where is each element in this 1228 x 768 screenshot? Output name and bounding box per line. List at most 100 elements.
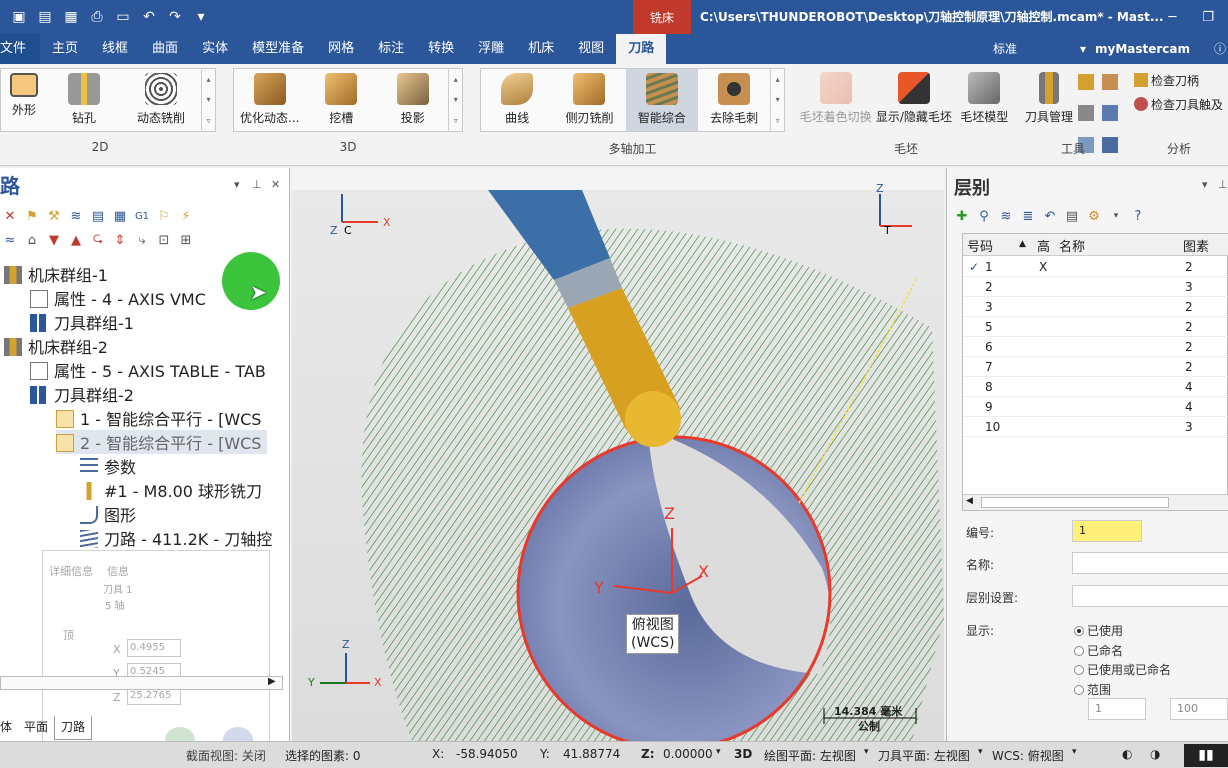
tree-toolpath[interactable]: 刀路 - 411.2K - 刀轴控: [80, 526, 272, 550]
tree-geometry[interactable]: 图形: [80, 502, 136, 526]
move-down-icon[interactable]: ▼: [46, 233, 62, 248]
level-row[interactable]: 52: [963, 317, 1228, 337]
wcs-dropdown-icon[interactable]: ▾: [1072, 747, 1077, 757]
gallery-scroll-3d[interactable]: ▴ ▾ ▿: [448, 69, 462, 131]
scroll-selected-icon[interactable]: ⤷: [134, 233, 150, 248]
dynamic-mill-button[interactable]: 动态铣削: [121, 69, 201, 131]
tree-operation-1[interactable]: 1 - 智能综合平行 - [WCS: [56, 406, 261, 430]
restore-icon[interactable]: ❐: [1202, 10, 1214, 25]
scroll-right-icon[interactable]: ▶: [268, 676, 276, 687]
coord-z-dropdown-icon[interactable]: ▾: [716, 747, 721, 757]
project-button[interactable]: 投影: [377, 69, 448, 131]
gallery-scroll-multiaxis[interactable]: ▴ ▾ ▿: [770, 69, 784, 131]
move-up-icon[interactable]: ▲: [68, 233, 84, 248]
minimize-icon[interactable]: ─: [1169, 10, 1177, 25]
g1-icon[interactable]: G1: [134, 211, 150, 222]
contour-button[interactable]: 外形: [1, 69, 47, 131]
tree-properties-2[interactable]: 属性 - 5 - AXIS TABLE - TAB: [30, 358, 266, 382]
level-row[interactable]: 32: [963, 297, 1228, 317]
levels-dropdown-icon[interactable]: ▾: [1202, 178, 1208, 191]
graphics-plane-dropdown-icon[interactable]: ▾: [864, 747, 869, 757]
level-row[interactable]: 72: [963, 357, 1228, 377]
shading-icon[interactable]: ◐: [1122, 747, 1132, 761]
levels-pin-icon[interactable]: ⊥: [1218, 178, 1228, 191]
panel-pin-icon[interactable]: ⊥: [252, 178, 262, 191]
tab-toolpaths-manager[interactable]: 刀路: [54, 716, 93, 740]
graphics-plane-status[interactable]: 绘图平面: 左视图: [764, 747, 856, 764]
levels-scroll-left-icon[interactable]: ◀: [966, 496, 973, 506]
toggle-display-icon[interactable]: ≈: [2, 233, 18, 248]
tree-horizontal-scrollbar[interactable]: [0, 676, 283, 690]
check-holder-button[interactable]: 检查刀柄: [1134, 72, 1199, 89]
qat-dropdown-icon[interactable]: ▾: [192, 9, 210, 25]
level-list-icon[interactable]: ▤: [1064, 209, 1080, 224]
help-icon[interactable]: ⓘ: [1214, 34, 1226, 64]
tool-small-icon-1[interactable]: [1078, 74, 1094, 90]
coord-z-value[interactable]: 0.00000: [663, 747, 713, 761]
tool-plane-status[interactable]: 刀具平面: 左视图: [878, 747, 970, 764]
level-help-icon[interactable]: ?: [1130, 209, 1146, 224]
radio-range[interactable]: 范围: [1074, 681, 1111, 698]
range-to-input[interactable]: 100: [1170, 698, 1228, 720]
account-arrow-icon[interactable]: ▾: [1080, 34, 1086, 64]
wireframe-icon[interactable]: ◑: [1150, 747, 1160, 761]
tool-small-icon-4[interactable]: [1102, 105, 1118, 122]
lock-icon[interactable]: ⌂: [24, 233, 40, 248]
tab-annotate[interactable]: 标注: [366, 34, 416, 64]
single-thread-icon[interactable]: ⊡: [156, 233, 172, 248]
levels-scroll-thumb[interactable]: [981, 497, 1169, 508]
unified-button[interactable]: 智能综合: [625, 69, 698, 131]
tool-small-icon-3[interactable]: [1078, 105, 1094, 122]
tab-solid[interactable]: 实体: [190, 34, 240, 64]
tab-toolpaths[interactable]: 刀路: [616, 34, 667, 64]
panel-dropdown-icon[interactable]: ▾: [234, 178, 240, 191]
curve-button[interactable]: 曲线: [481, 69, 553, 131]
tree-properties-1[interactable]: 属性 - 4 - AXIS VMC: [30, 286, 206, 310]
tab-surface[interactable]: 曲面: [140, 34, 190, 64]
print-icon[interactable]: ⎙: [88, 9, 106, 25]
level-set-input[interactable]: [1072, 585, 1228, 607]
tree-operation-2[interactable]: 2 - 智能综合平行 - [WCS: [56, 430, 268, 454]
select-all-icon[interactable]: ✕: [2, 209, 18, 224]
level-row[interactable]: 94: [963, 397, 1228, 417]
show-hide-stock-button[interactable]: 显示/隐藏毛坯: [873, 68, 954, 130]
redo-icon[interactable]: ↷: [166, 9, 184, 25]
standard-dropdown[interactable]: 标准: [993, 34, 1017, 64]
undo-icon[interactable]: ↶: [140, 9, 158, 25]
level-layers-2-icon[interactable]: ≣: [1020, 209, 1036, 224]
pause-icon[interactable]: ▮▮: [1184, 744, 1228, 767]
add-level-icon[interactable]: ✚: [954, 209, 970, 224]
level-settings-icon[interactable]: ⚙: [1086, 209, 1102, 224]
tree-tool[interactable]: #1 - M8.00 球形铣刀: [80, 478, 262, 502]
coord-z-label[interactable]: Z:: [641, 747, 655, 761]
open-icon[interactable]: ▤: [36, 9, 54, 25]
post-icon[interactable]: ⚐: [156, 209, 172, 224]
save-icon[interactable]: ▣: [10, 9, 28, 25]
tree-tool-group-2[interactable]: 刀具群组-2: [30, 382, 134, 406]
wcs-status[interactable]: WCS: 俯视图: [992, 747, 1064, 764]
check-tool-reach-button[interactable]: 检查刀具触及: [1134, 96, 1223, 113]
level-layers-icon[interactable]: ≋: [998, 209, 1014, 224]
levels-table-hscroll[interactable]: ◀: [963, 494, 1228, 510]
col-number[interactable]: 号码: [967, 236, 993, 255]
radio-used-or-named[interactable]: 已使用或已命名: [1074, 661, 1171, 678]
select-ops-icon[interactable]: ⚑: [24, 209, 40, 224]
tool-small-icon-2[interactable]: [1102, 74, 1118, 90]
save-as-icon[interactable]: ▦: [62, 9, 80, 25]
tab-home[interactable]: 主页: [40, 34, 90, 64]
select-tool-icon[interactable]: ⚒: [46, 209, 62, 224]
move-updown-icon[interactable]: ⇕: [112, 233, 128, 248]
level-undo-icon[interactable]: ↶: [1042, 209, 1058, 224]
tab-planes-manager[interactable]: 平面: [18, 716, 54, 740]
account-name[interactable]: myMastercam: [1095, 34, 1190, 64]
level-row[interactable]: 84: [963, 377, 1228, 397]
tab-wireframe[interactable]: 线框: [90, 34, 140, 64]
section-view-status[interactable]: 截面视图: 关闭: [186, 747, 266, 764]
tab-file[interactable]: 文件: [0, 34, 41, 64]
mode-3d-toggle[interactable]: 3D: [734, 747, 752, 761]
level-settings-dropdown-icon[interactable]: ▾: [1108, 211, 1124, 221]
pocket-button[interactable]: 挖槽: [305, 69, 376, 131]
gallery-scroll-2d[interactable]: ▴ ▾ ▿: [201, 69, 215, 131]
backplot-icon[interactable]: ▦: [112, 209, 128, 224]
opti-dynamic-button[interactable]: 优化动态...: [234, 69, 305, 131]
